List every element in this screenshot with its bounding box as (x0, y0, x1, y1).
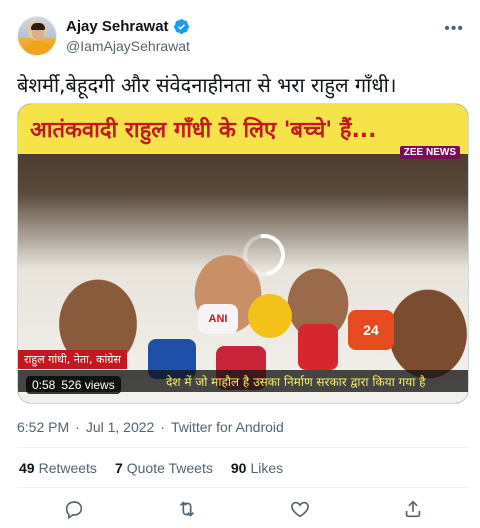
reply-icon[interactable] (63, 498, 85, 520)
share-icon[interactable] (402, 498, 424, 520)
mic-yellow (248, 294, 292, 338)
speaker-caption-tag: राहुल गांधी, नेता, कांग्रेस (18, 350, 127, 369)
video-player[interactable]: आतंकवादी राहुल गाँधी के लिए 'बच्चे' हैं.… (17, 103, 469, 404)
tweet-meta: 6:52 PM · Jul 1, 2022 · Twitter for Andr… (17, 419, 284, 435)
retweets-stat[interactable]: 49 Retweets (19, 460, 97, 476)
likes-stat[interactable]: 90 Likes (231, 460, 283, 476)
video-headline-text: आतंकवादी राहुल गाँधी के लिए 'बच्चे' हैं.… (30, 118, 377, 143)
more-icon[interactable]: ••• (444, 20, 464, 38)
tweet-date[interactable]: Jul 1, 2022 (86, 419, 155, 435)
author-display-name[interactable]: Ajay Sehrawat (66, 18, 169, 35)
author-name-row[interactable]: Ajay Sehrawat (66, 18, 190, 35)
meta-separator: · (75, 419, 80, 435)
tweet-card: Ajay Sehrawat @IamAjaySehrawat ••• बेशर्… (0, 0, 480, 528)
mic-ani: ANI (198, 304, 238, 334)
avatar-hair (31, 23, 45, 30)
avatar-shoulders (24, 41, 52, 55)
tweet-text: बेशर्मी,बेहूदगी और संवेदनाहीनता से भरा र… (17, 73, 397, 97)
author-handle[interactable]: @IamAjaySehrawat (66, 38, 190, 54)
channel-logo: ZEE NEWS (399, 146, 460, 159)
divider (17, 447, 469, 448)
video-views: 526 views (61, 378, 115, 392)
like-icon[interactable] (289, 498, 311, 520)
tweet-actions (17, 492, 469, 526)
retweet-icon[interactable] (176, 498, 198, 520)
engagement-stats: 49 Retweets 7 Quote Tweets 90 Likes (19, 460, 283, 476)
meta-separator: · (160, 419, 165, 435)
video-info-badge: 0:58 526 views (26, 376, 121, 394)
mic-red (298, 324, 338, 370)
video-duration: 0:58 (32, 378, 56, 392)
avatar[interactable] (17, 16, 57, 56)
tweet-time[interactable]: 6:52 PM (17, 419, 69, 435)
verified-badge-icon (173, 19, 189, 34)
quote-tweets-stat[interactable]: 7 Quote Tweets (115, 460, 213, 476)
divider (17, 487, 469, 488)
mic-24: 24 (348, 310, 394, 350)
tweet-source[interactable]: Twitter for Android (171, 419, 284, 435)
